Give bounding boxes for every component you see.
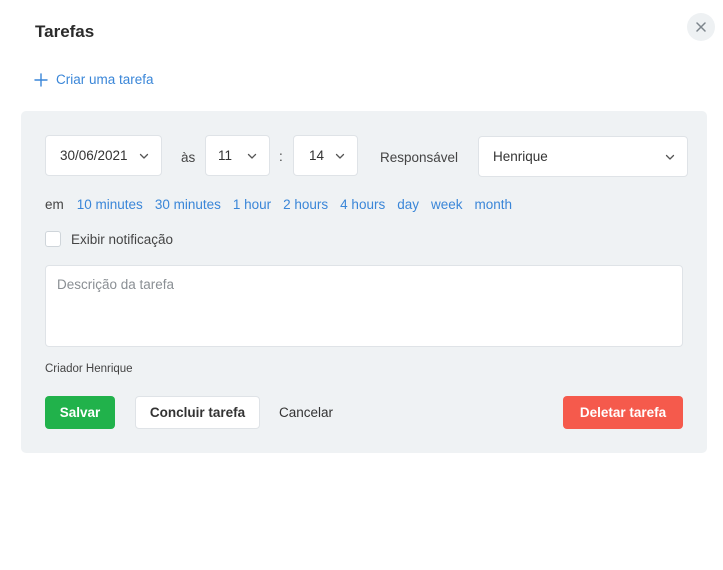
date-select[interactable]: 30/06/2021 [45,135,162,176]
quick-time-4-hours[interactable]: 4 hours [340,197,385,212]
minute-select[interactable]: 14 [293,135,358,176]
quick-time-week[interactable]: week [431,197,463,212]
save-button[interactable]: Salvar [45,396,115,429]
creator-text: Criador Henrique [45,363,133,375]
cancel-button[interactable]: Cancelar [271,396,341,429]
delete-task-button[interactable]: Deletar tarefa [563,396,683,429]
quick-time-30-minutes[interactable]: 30 minutes [155,197,221,212]
chevron-down-icon [335,153,345,159]
quick-time-month[interactable]: month [475,197,513,212]
hour-select[interactable]: 11 [205,135,270,176]
page-title: Tarefas [35,22,95,41]
chevron-down-icon [665,154,675,160]
quick-time-day[interactable]: day [397,197,419,212]
responsible-select[interactable]: Henrique [478,136,688,177]
quick-time-prefix: em [45,197,64,212]
tasks-modal: Tarefas Criar uma tarefa 30/06/2021 às 1… [0,0,723,570]
create-task-link[interactable]: Criar uma tarefa [34,72,154,87]
quick-time-10-minutes[interactable]: 10 minutes [77,197,143,212]
chevron-down-icon [247,153,257,159]
notification-label: Exibir notificação [71,231,174,247]
time-colon: : [279,149,283,164]
date-value: 30/06/2021 [60,148,128,163]
close-icon [696,22,706,32]
task-description-input[interactable] [45,265,683,347]
conclude-task-button[interactable]: Concluir tarefa [135,396,260,429]
minute-value: 14 [309,148,325,163]
quick-time-1-hour[interactable]: 1 hour [233,197,271,212]
create-task-label: Criar uma tarefa [56,72,154,87]
notification-checkbox[interactable] [45,231,61,247]
responsible-label: Responsável [380,150,459,165]
task-form-panel: 30/06/2021 às 11 : 14 Responsável Henriq… [21,111,707,453]
notification-option: Exibir notificação [45,231,173,247]
chevron-down-icon [139,153,149,159]
close-button[interactable] [687,13,715,41]
hour-value: 11 [218,148,233,163]
responsible-value: Henrique [493,149,548,164]
quick-time-2-hours[interactable]: 2 hours [283,197,328,212]
at-label: às [181,150,196,165]
quick-time-options: em 10 minutes 30 minutes 1 hour 2 hours … [45,197,524,212]
plus-icon [34,72,48,87]
